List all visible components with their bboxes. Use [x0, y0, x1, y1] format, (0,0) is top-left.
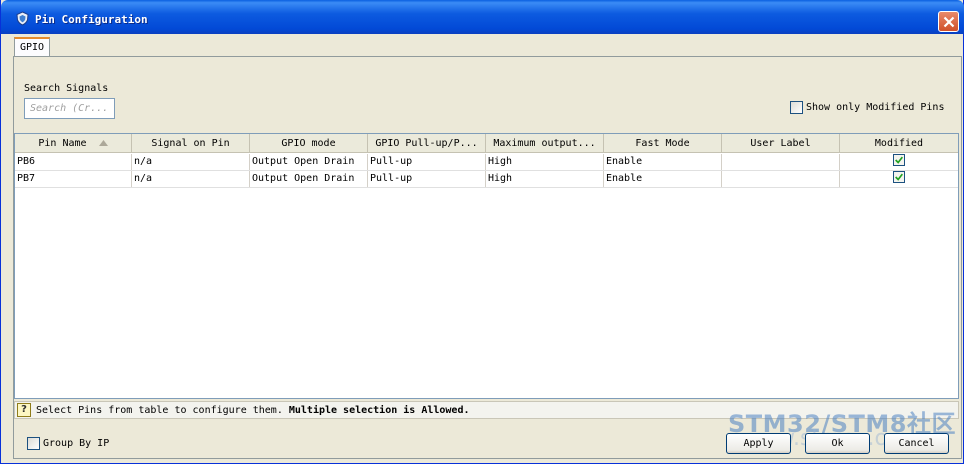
show-modified-checkbox[interactable]: [790, 101, 803, 114]
search-signals-label: Search Signals: [24, 83, 109, 94]
cell-user-label[interactable]: [722, 171, 840, 187]
cell-pull[interactable]: Pull-up: [368, 154, 486, 170]
cell-gpio-mode[interactable]: Output Open Drain: [250, 171, 368, 187]
cell-user-label[interactable]: [722, 154, 840, 170]
column-header-gpio-mode[interactable]: GPIO mode: [250, 134, 368, 153]
column-header-fast-mode[interactable]: Fast Mode: [604, 134, 722, 153]
app-shield-icon: [16, 11, 29, 26]
cell-modified[interactable]: [840, 154, 958, 170]
search-input[interactable]: Search (Cr...: [24, 98, 115, 119]
status-text: Select Pins from table to configure them…: [36, 405, 470, 416]
pin-table: Pin Name Signal on Pin GPIO mode GPIO Pu…: [14, 133, 959, 399]
table-header: Pin Name Signal on Pin GPIO mode GPIO Pu…: [15, 134, 958, 153]
cell-signal: n/a: [132, 171, 250, 187]
cell-fast-mode[interactable]: Enable: [604, 154, 722, 170]
column-header-user-label[interactable]: User Label: [722, 134, 840, 153]
column-header-modified[interactable]: Modified: [840, 134, 958, 153]
table-row[interactable]: PB6 n/a Output Open Drain Pull-up High E…: [15, 154, 958, 171]
title-bar[interactable]: Pin Configuration: [1, 0, 964, 34]
cell-pin-name: PB7: [15, 171, 132, 187]
table-row[interactable]: PB7 n/a Output Open Drain Pull-up High E…: [15, 171, 958, 188]
column-header-signal[interactable]: Signal on Pin: [132, 134, 250, 153]
column-header-pull[interactable]: GPIO Pull-up/P...: [368, 134, 486, 153]
close-icon: [943, 16, 955, 28]
tab-gpio[interactable]: GPIO: [14, 37, 50, 57]
help-icon: ?: [17, 403, 31, 417]
close-button[interactable]: [938, 11, 959, 32]
group-by-ip-checkbox[interactable]: [27, 437, 40, 450]
group-by-ip-label: Group By IP: [43, 438, 110, 449]
cancel-button[interactable]: Cancel: [884, 433, 949, 454]
cell-max-output[interactable]: High: [486, 171, 604, 187]
ok-button[interactable]: Ok: [805, 433, 870, 454]
cell-pin-name: PB6: [15, 154, 132, 170]
window-title: Pin Configuration: [35, 13, 148, 26]
cell-max-output[interactable]: High: [486, 154, 604, 170]
column-header-pin-name[interactable]: Pin Name: [15, 134, 132, 153]
cell-modified[interactable]: [840, 171, 958, 187]
apply-button[interactable]: Apply: [726, 433, 791, 454]
show-modified-label: Show only Modified Pins: [806, 102, 945, 113]
sort-ascending-icon: [98, 140, 108, 146]
cell-pull[interactable]: Pull-up: [368, 171, 486, 187]
cell-fast-mode[interactable]: Enable: [604, 171, 722, 187]
check-icon: [893, 171, 905, 183]
pin-configuration-window: Pin Configuration GPIO Search Signals Se…: [0, 0, 964, 464]
cell-gpio-mode[interactable]: Output Open Drain: [250, 154, 368, 170]
check-icon: [893, 154, 905, 166]
column-header-max-output[interactable]: Maximum output...: [486, 134, 604, 153]
cell-signal: n/a: [132, 154, 250, 170]
